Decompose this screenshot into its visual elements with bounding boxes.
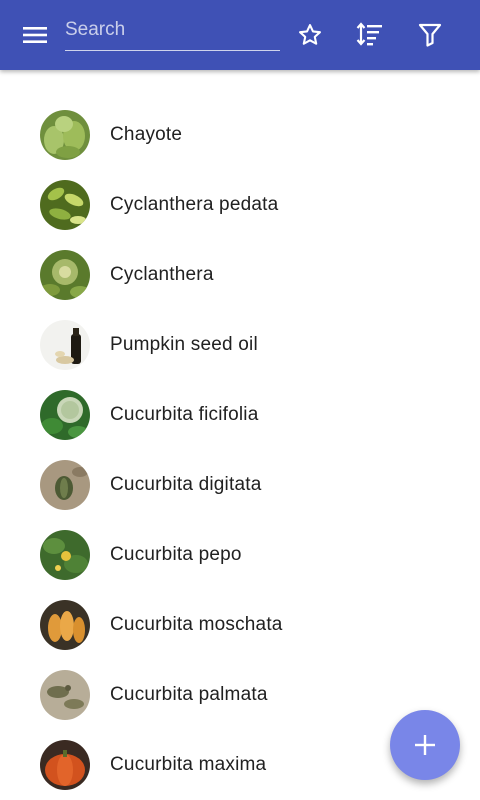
thumbnail	[40, 530, 90, 580]
list-item[interactable]: Pumpkin seed oil	[0, 310, 480, 380]
star-icon	[299, 24, 321, 45]
search-field[interactable]	[65, 14, 280, 51]
app-bar	[0, 0, 480, 70]
thumbnail	[40, 390, 90, 440]
plus-icon	[415, 735, 435, 755]
menu-button[interactable]	[12, 13, 58, 57]
menu-icon	[23, 27, 47, 43]
list-item[interactable]: Cucurbita moschata	[0, 590, 480, 660]
list-item[interactable]: Cyclanthera pedata	[0, 170, 480, 240]
item-label: Cucurbita pepo	[110, 544, 242, 565]
list-item[interactable]: Cucurbita ficifolia	[0, 380, 480, 450]
search-input[interactable]	[65, 14, 280, 46]
thumbnail	[40, 320, 90, 370]
item-label: Cucurbita moschata	[110, 614, 283, 635]
sort-button[interactable]	[347, 13, 393, 57]
list-item[interactable]: Chayote	[0, 100, 480, 170]
sort-icon	[356, 22, 382, 46]
filter-button[interactable]	[407, 13, 453, 57]
add-button[interactable]	[390, 710, 460, 780]
item-label: Cyclanthera	[110, 264, 214, 285]
thumbnail	[40, 740, 90, 790]
favorites-button[interactable]	[287, 13, 333, 57]
thumbnail	[40, 110, 90, 160]
species-list: Chayote Cyclanthera pedata Cyclanthera P…	[0, 100, 480, 800]
filter-icon	[418, 23, 442, 47]
list-item[interactable]: Cyclanthera	[0, 240, 480, 310]
item-label: Cucurbita ficifolia	[110, 404, 259, 425]
thumbnail	[40, 180, 90, 230]
thumbnail	[40, 460, 90, 510]
item-label: Cucurbita palmata	[110, 684, 268, 705]
item-label: Pumpkin seed oil	[110, 334, 258, 355]
thumbnail	[40, 250, 90, 300]
item-label: Chayote	[110, 124, 183, 145]
list-item[interactable]: Cucurbita pepo	[0, 520, 480, 590]
item-label: Cyclanthera pedata	[110, 194, 279, 215]
thumbnail	[40, 600, 90, 650]
thumbnail	[40, 670, 90, 720]
list-item[interactable]: Cucurbita digitata	[0, 450, 480, 520]
item-label: Cucurbita maxima	[110, 754, 267, 775]
item-label: Cucurbita digitata	[110, 474, 262, 495]
